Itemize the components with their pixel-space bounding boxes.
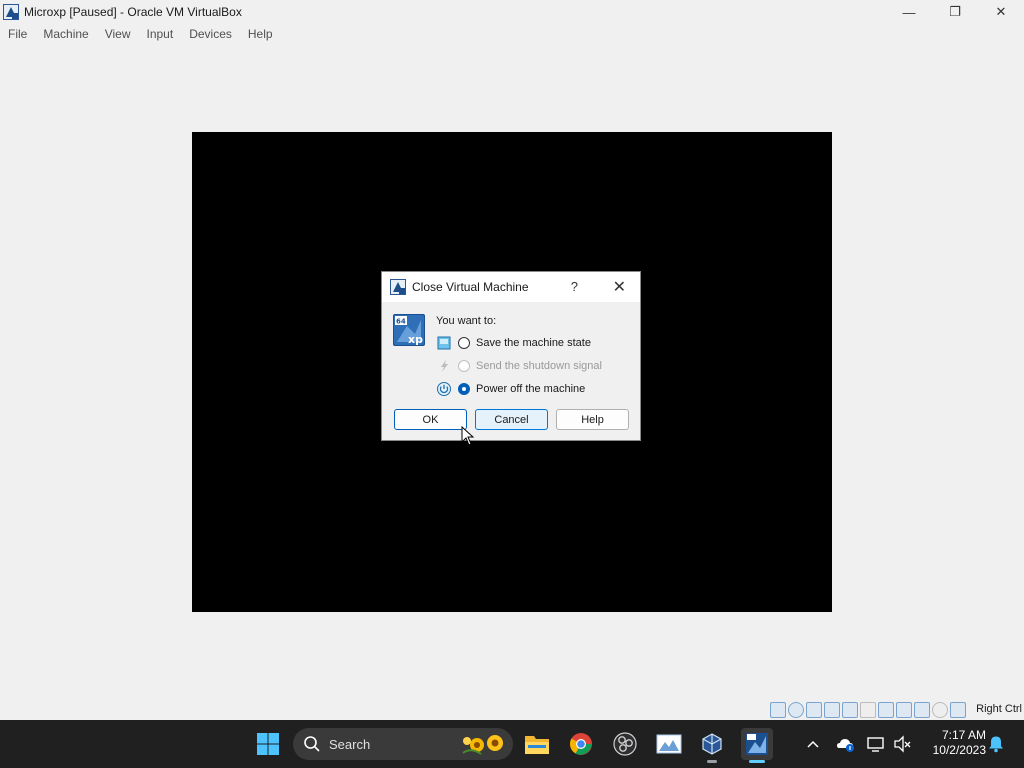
ok-button[interactable]: OK <box>394 409 467 430</box>
option-power-off[interactable]: Power off the machine <box>436 380 585 398</box>
help-icon[interactable]: ? <box>571 279 578 294</box>
menu-input[interactable]: Input <box>139 27 182 41</box>
device-status-icons <box>770 702 966 718</box>
dialog-title: Close Virtual Machine <box>412 280 529 294</box>
power-off-icon <box>436 381 452 397</box>
shared-folders-icon[interactable] <box>860 702 876 718</box>
taskbar: Search 7:17 AM 10/2/2023 <box>0 720 1024 768</box>
option-label: Power off the machine <box>476 383 586 395</box>
menu-help[interactable]: Help <box>240 27 281 41</box>
taskbar-image-viewer[interactable] <box>653 728 685 760</box>
svg-text:xp: xp <box>408 333 423 346</box>
taskbar-microxp-vm[interactable] <box>741 728 773 763</box>
option-label: Save the machine state <box>476 337 591 349</box>
search-icon <box>304 736 320 752</box>
menu-bar: File Machine View Input Devices Help <box>0 24 1024 44</box>
close-button[interactable]: ✕ <box>978 0 1024 24</box>
virtualbox-xp-icon <box>3 4 19 20</box>
hard-disk-icon[interactable] <box>770 702 786 718</box>
radio-save-state[interactable] <box>458 337 470 349</box>
window-titlebar[interactable]: Microxp [Paused] - Oracle VM VirtualBox … <box>0 0 1024 24</box>
search-placeholder: Search <box>329 736 371 752</box>
chrome-icon <box>570 733 592 755</box>
option-save-state[interactable]: Save the machine state <box>436 334 591 352</box>
virtualbox-xp-icon <box>390 279 406 295</box>
taskbar-virtualbox[interactable] <box>696 728 728 763</box>
windows-xp-64-logo-icon: 64 xp <box>393 314 425 346</box>
dialog-close-icon[interactable]: ✕ <box>613 277 626 297</box>
onedrive-icon[interactable] <box>835 734 855 754</box>
active-indicator <box>749 760 765 763</box>
volume-muted-icon[interactable] <box>892 734 912 754</box>
clock-date: 10/2/2023 <box>932 743 986 757</box>
microxp-vm-icon <box>746 733 768 755</box>
shutdown-signal-icon <box>436 358 452 374</box>
dialog-body: 64 xp You want to: Save the machine stat… <box>382 302 640 440</box>
option-shutdown-signal[interactable]: Send the shutdown signal <box>436 357 602 375</box>
running-indicator <box>707 760 717 763</box>
start-icon <box>257 733 279 755</box>
network-icon[interactable] <box>824 702 840 718</box>
notification-bell-icon[interactable] <box>987 735 1005 753</box>
help-button[interactable]: Help <box>556 409 629 430</box>
system-clock[interactable]: 7:17 AM 10/2/2023 <box>916 728 986 758</box>
video-capture-icon[interactable] <box>896 702 912 718</box>
save-state-icon <box>436 335 452 351</box>
show-hidden-icons-chevron-icon[interactable] <box>805 734 821 754</box>
file-explorer-icon <box>525 736 549 754</box>
minimize-button[interactable]: — <box>886 0 932 24</box>
window-controls: — ❐ ✕ <box>886 0 1024 24</box>
svg-text:64: 64 <box>396 318 406 326</box>
optical-drive-icon[interactable] <box>788 702 804 718</box>
virtualbox-icon <box>702 733 722 755</box>
taskbar-file-explorer[interactable] <box>521 728 553 760</box>
option-label: Send the shutdown signal <box>476 360 602 372</box>
vm-statusbar: Right Ctrl <box>0 700 1024 720</box>
display-mode-icon[interactable] <box>866 734 886 754</box>
start-button[interactable] <box>252 728 284 760</box>
taskbar-search[interactable]: Search <box>293 728 513 760</box>
display-icon[interactable] <box>878 702 894 718</box>
cancel-button[interactable]: Cancel <box>475 409 548 430</box>
mouse-cursor-icon <box>461 426 475 446</box>
dialog-titlebar[interactable]: Close Virtual Machine ? ✕ <box>382 272 640 302</box>
taskbar-obs[interactable] <box>609 728 641 760</box>
menu-file[interactable]: File <box>0 27 35 41</box>
maximize-button[interactable]: ❐ <box>932 0 978 24</box>
host-key-label: Right Ctrl <box>976 703 1022 715</box>
keyboard-icon[interactable] <box>950 702 966 718</box>
taskbar-chrome[interactable] <box>565 728 597 760</box>
obs-icon <box>613 732 637 756</box>
menu-machine[interactable]: Machine <box>35 27 96 41</box>
mouse-integration-icon[interactable] <box>932 702 948 718</box>
radio-shutdown-signal[interactable] <box>458 360 470 372</box>
close-vm-dialog: Close Virtual Machine ? ✕ 64 xp You want… <box>381 271 641 441</box>
audio-icon[interactable] <box>806 702 822 718</box>
dialog-prompt: You want to: <box>436 315 497 327</box>
search-highlight-flowers-icon <box>462 735 503 755</box>
cpu-icon[interactable] <box>914 702 930 718</box>
window-title: Microxp [Paused] - Oracle VM VirtualBox <box>24 5 242 19</box>
menu-view[interactable]: View <box>97 27 139 41</box>
usb-icon[interactable] <box>842 702 858 718</box>
menu-devices[interactable]: Devices <box>181 27 240 41</box>
radio-power-off[interactable] <box>458 383 470 395</box>
clock-time: 7:17 AM <box>941 728 986 742</box>
image-viewer-icon <box>656 734 682 754</box>
